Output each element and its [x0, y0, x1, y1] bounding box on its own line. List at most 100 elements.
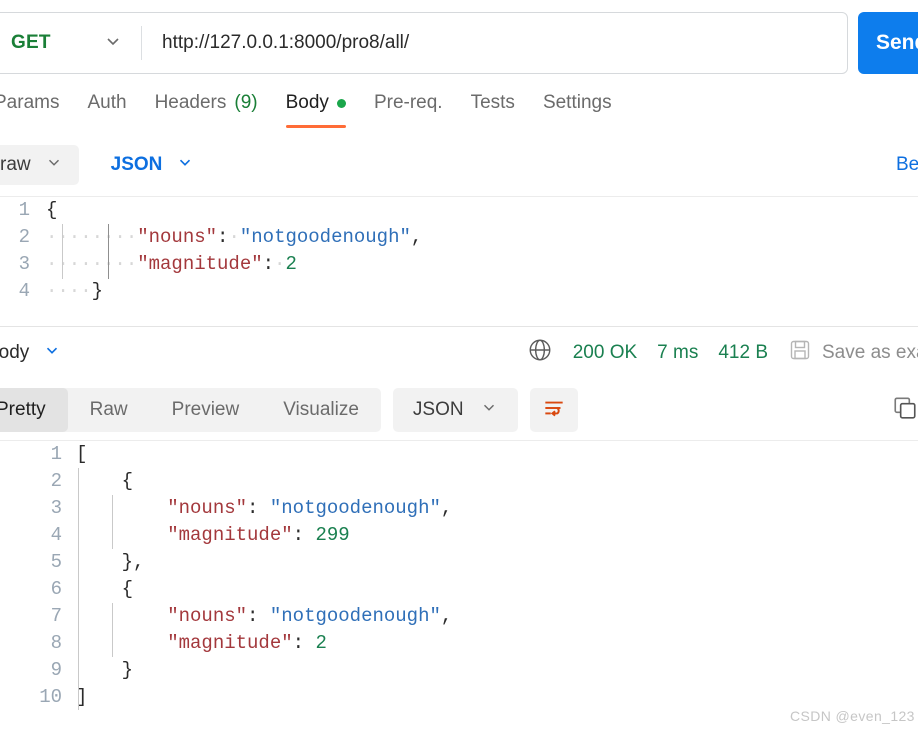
tab-tests-label: Tests — [470, 92, 515, 113]
chevron-down-icon — [103, 31, 123, 56]
response-view-tabs: Pretty Raw Preview Visualize — [0, 388, 381, 432]
code-line-content: { — [121, 578, 134, 600]
tab-body[interactable]: Body — [272, 90, 360, 128]
request-tab-bar: Params Auth Headers (9) Body Pre-req. Te… — [0, 90, 918, 132]
status-group: 200 OK 7 ms 412 B Save as example — [527, 337, 918, 368]
tab-headers-label: Headers — [154, 92, 227, 113]
fold-guide — [78, 468, 79, 710]
line-number: 1 — [50, 443, 62, 465]
indent-guide — [108, 224, 109, 279]
body-mode-selector[interactable]: raw — [0, 145, 79, 185]
chevron-down-icon — [43, 341, 61, 365]
code-line: 4 "magnitude": 299 — [0, 522, 918, 549]
line-number: 9 — [50, 659, 62, 681]
line-number: 3 — [18, 253, 30, 275]
url-input[interactable] — [142, 31, 847, 55]
url-bar: GET Send — [0, 0, 918, 86]
code-line: 1[ — [0, 441, 918, 468]
code-line: 9 } — [0, 657, 918, 684]
globe-icon — [527, 337, 553, 368]
method-selector[interactable]: GET — [0, 13, 141, 73]
code-line: 8 "magnitude": 2 — [0, 630, 918, 657]
response-format-selector[interactable]: JSON — [392, 388, 518, 432]
response-view-bar: Pretty Raw Preview Visualize JSON — [0, 383, 918, 437]
line-number: 7 — [50, 605, 62, 627]
send-button[interactable]: Send — [858, 12, 918, 74]
tab-auth[interactable]: Auth — [73, 90, 140, 128]
body-format-label: JSON — [110, 154, 163, 175]
status-badge: 200 OK — [572, 341, 638, 363]
code-line: 2 { — [0, 468, 918, 495]
code-line: 6 { — [0, 576, 918, 603]
code-line: 1{ — [0, 197, 918, 224]
code-line-content: { — [121, 470, 134, 492]
request-body-editor[interactable]: 1{2 ········"nouns":·"notgoodenough", 3 ···… — [0, 196, 918, 322]
response-tab-raw[interactable]: Raw — [68, 388, 150, 432]
copy-icon — [892, 395, 918, 426]
tab-params-label: Params — [0, 92, 60, 113]
response-status-bar: Body 200 OK 7 ms 412 B — [0, 326, 918, 378]
beautify-link[interactable]: Beautify — [896, 154, 918, 176]
code-line: 2 ········"nouns":·"notgoodenough", — [0, 224, 918, 251]
save-as-example-button[interactable]: Save as example — [788, 338, 918, 368]
response-body-editor[interactable]: 1[2 {3 "nouns": "notgoodenough", 4 "magni… — [0, 440, 918, 710]
code-line: 3 ········"magnitude":·2 — [0, 251, 918, 278]
tab-headers-count: (9) — [234, 92, 258, 113]
code-line: 5 }, — [0, 549, 918, 576]
code-line: 7 "nouns": "notgoodenough", — [0, 603, 918, 630]
method-label: GET — [11, 32, 51, 53]
body-format-selector[interactable]: JSON — [95, 145, 211, 185]
response-size: 412 B — [718, 341, 768, 363]
url-input-group: GET — [0, 12, 848, 74]
fold-guide — [62, 224, 63, 279]
code-line: 10] — [0, 684, 918, 710]
save-disk-icon — [788, 338, 812, 368]
line-number: 2 — [18, 226, 30, 248]
chevron-down-icon — [480, 398, 498, 422]
chevron-down-icon — [176, 153, 194, 177]
response-format-label: JSON — [412, 399, 464, 420]
line-number: 8 — [50, 632, 62, 654]
response-tab-visualize[interactable]: Visualize — [261, 388, 381, 432]
code-line: 4 ····} — [0, 278, 918, 305]
tab-settings-label: Settings — [542, 92, 612, 113]
word-wrap-icon — [541, 395, 567, 426]
tab-settings[interactable]: Settings — [529, 90, 626, 128]
copy-response-button[interactable] — [892, 388, 918, 432]
code-line-content: "magnitude": 299 — [167, 524, 350, 546]
line-number: 4 — [50, 524, 62, 546]
indent-guide — [112, 603, 113, 657]
line-number: 1 — [18, 199, 30, 221]
body-mode-label: raw — [0, 154, 31, 175]
response-section-selector[interactable]: Body — [0, 341, 61, 365]
tab-tests[interactable]: Tests — [457, 90, 529, 128]
code-line-content: "nouns": "notgoodenough", — [167, 605, 453, 627]
response-tab-pretty[interactable]: Pretty — [0, 388, 68, 432]
indent-guide — [112, 495, 113, 549]
tab-body-label: Body — [285, 92, 329, 113]
line-number: 3 — [50, 497, 62, 519]
tab-prerequest[interactable]: Pre-req. — [360, 90, 457, 128]
response-tab-preview[interactable]: Preview — [150, 388, 262, 432]
tab-params[interactable]: Params — [0, 90, 73, 128]
api-client-window: GET Send Params Auth Headers (9) Body Pr… — [0, 0, 918, 732]
body-modified-dot-icon — [336, 98, 346, 108]
watermark: CSDN @even_123 — [790, 708, 915, 724]
word-wrap-button[interactable] — [529, 388, 578, 432]
line-number: 10 — [39, 686, 62, 708]
code-line-content: [ — [76, 443, 88, 465]
code-line-content: { — [46, 199, 58, 221]
body-type-bar: raw JSON Beautify — [0, 140, 918, 190]
line-number: 6 — [50, 578, 62, 600]
code-line-content: ········"magnitude":·2 — [46, 253, 297, 275]
tab-prerequest-label: Pre-req. — [373, 92, 443, 113]
line-number: 5 — [50, 551, 62, 573]
response-section-label: Body — [0, 341, 30, 363]
save-as-example-label: Save as example — [822, 341, 918, 363]
code-line-content: "magnitude": 2 — [167, 632, 327, 654]
chevron-down-icon — [45, 153, 63, 177]
tab-headers[interactable]: Headers (9) — [141, 90, 272, 128]
tab-auth-label: Auth — [87, 92, 127, 113]
line-number: 2 — [50, 470, 62, 492]
code-line-content: "nouns": "notgoodenough", — [167, 497, 453, 519]
